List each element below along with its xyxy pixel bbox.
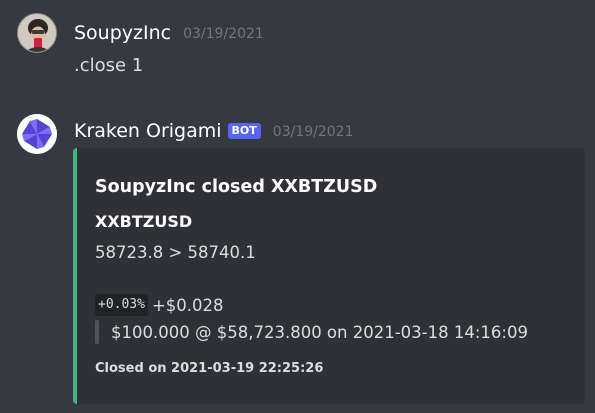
embed-field-name: XXBTZUSD [95, 212, 193, 231]
kraken-origami-logo-icon [17, 114, 57, 154]
blockquote-bar [95, 320, 99, 344]
trade-embed: SoupyzInc closed XXBTZUSD XXBTZUSD 58723… [73, 148, 585, 404]
message-kraken-origami: Kraken Origami BOT 03/19/2021 SoupyzInc … [0, 114, 595, 413]
embed-field-value: 58723.8 > 58740.1 [95, 243, 256, 262]
position-detail: $100.000 @ $58,723.800 on 2021-03-18 14:… [111, 322, 528, 342]
embed-footer: Closed on 2021-03-19 22:25:26 [95, 361, 324, 376]
username[interactable]: Kraken Origami [74, 119, 222, 143]
position-quote: $100.000 @ $58,723.800 on 2021-03-18 14:… [95, 320, 528, 344]
user-avatar[interactable] [17, 13, 57, 53]
message-header: SoupyzInc 03/19/2021 [74, 19, 264, 47]
bot-avatar[interactable] [17, 114, 57, 154]
timestamp[interactable]: 03/19/2021 [273, 121, 354, 141]
embed-title: SoupyzInc closed XXBTZUSD [95, 177, 378, 197]
message-header: Kraken Origami BOT 03/19/2021 [74, 117, 354, 145]
message-content: .close 1 [74, 55, 144, 76]
chat-messages: SoupyzInc 03/19/2021 .close 1 Kraken Ori… [0, 0, 595, 413]
pnl-percent-code: +0.03% [95, 294, 148, 316]
message-soupyzinc: SoupyzInc 03/19/2021 .close 1 [0, 13, 595, 88]
bot-tag: BOT [227, 123, 261, 139]
timestamp[interactable]: 03/19/2021 [183, 23, 264, 43]
user-photo-icon [18, 14, 56, 52]
pnl-row: +0.03% +$0.028 [95, 294, 224, 316]
username[interactable]: SoupyzInc [74, 21, 171, 45]
pnl-amount: +$0.028 [151, 295, 224, 315]
